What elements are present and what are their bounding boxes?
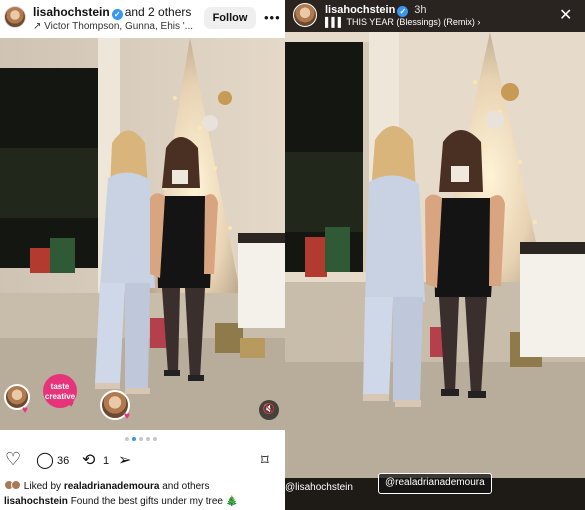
liked-prefix: Liked by (23, 481, 62, 492)
post-author-avatar[interactable] (4, 6, 26, 28)
story-author-avatar[interactable] (293, 3, 317, 27)
chevron-right-icon: › (474, 17, 481, 27)
share-icon[interactable]: ➢ (118, 450, 131, 470)
post-audio-subtitle[interactable]: ↗ Victor Thompson, Gunna, Ehis '... (33, 21, 193, 32)
reposts-count[interactable]: 1 (103, 455, 109, 467)
carousel-dot-active (132, 437, 136, 441)
story-time: 3h (414, 4, 427, 16)
christmas-tree-photo (285, 32, 585, 478)
follow-button[interactable]: Follow (204, 7, 256, 29)
bookmark-icon[interactable]: ⌑ (261, 451, 269, 469)
story-header: lisahochstein ✓ 3h ▌▌▌ THIS YEAR (Blessing… (285, 0, 585, 32)
comment-icon[interactable]: ◯ (36, 450, 54, 470)
heart-icon: ♥ (68, 399, 74, 410)
verified-badge-icon: ✓ (397, 6, 409, 17)
story-username[interactable]: lisahochstein (325, 4, 395, 16)
story-music-title: THIS YEAR (Blessings) (Remix) (346, 17, 475, 27)
liked-by-line[interactable]: Liked by realadrianademoura and others (4, 480, 209, 492)
repost-icon[interactable]: ⟲ (82, 450, 95, 470)
post-username[interactable]: lisahochstein (33, 5, 110, 19)
post-coauthors[interactable]: and 2 others (125, 5, 192, 19)
liker-avatar (11, 480, 21, 490)
post-header: lisahochstein ✓ and 2 others ↗ Victor Thom… (0, 0, 285, 38)
instagram-post: lisahochstein ✓ and 2 others ↗ Victor Thom… (0, 0, 285, 510)
music-bars-icon: ▌▌▌ (325, 17, 347, 27)
story-music[interactable]: ▌▌▌ THIS YEAR (Blessings) (Remix) › (325, 17, 480, 27)
story-mention-lisahochstein[interactable]: @lisahochstein (285, 482, 353, 493)
christmas-tree-photo (0, 38, 285, 430)
more-options-icon[interactable]: ••• (264, 10, 281, 25)
mute-icon[interactable]: 🔇 (259, 400, 279, 420)
post-actions: ♡ ◯ 36 ⟲ 1 ➢ ⌑ (0, 449, 285, 474)
post-photo[interactable]: ♥ taste creative ♥ ♥ 🔇 (0, 38, 285, 430)
instagram-story: lisahochstein ✓ 3h ▌▌▌ THIS YEAR (Blessing… (285, 0, 585, 510)
caption-username[interactable]: lisahochstein (4, 496, 68, 507)
liked-and: and others (162, 481, 210, 492)
carousel-indicator (125, 437, 157, 443)
story-photo[interactable] (285, 32, 585, 478)
story-mention-realadrianademoura[interactable]: @realadrianademoura (378, 473, 492, 494)
carousel-dot (139, 437, 143, 441)
close-icon[interactable]: ✕ (559, 5, 572, 25)
story-author[interactable]: lisahochstein ✓ 3h (325, 4, 427, 17)
verified-badge-icon: ✓ (111, 9, 123, 20)
screen: lisahochstein ✓ and 2 others ↗ Victor Thom… (0, 0, 585, 510)
carousel-dot (153, 437, 157, 441)
post-author[interactable]: lisahochstein ✓ and 2 others (33, 5, 191, 20)
heart-icon: ♥ (124, 411, 130, 422)
arrow-icon: ↗ (33, 21, 45, 32)
post-subtitle-text: Victor Thompson, Gunna, Ehis '... (44, 21, 193, 32)
like-heart-icon[interactable]: ♡ (5, 449, 21, 470)
carousel-dot (146, 437, 150, 441)
post-caption: lisahochstein Found the best gifts under… (4, 496, 238, 507)
liked-user[interactable]: realadrianademoura (64, 481, 160, 492)
caption-text: Found the best gifts under my tree 🎄 (70, 496, 239, 507)
heart-icon: ♥ (22, 405, 28, 416)
likes-count[interactable]: 36 (57, 455, 69, 467)
carousel-dot (125, 437, 129, 441)
